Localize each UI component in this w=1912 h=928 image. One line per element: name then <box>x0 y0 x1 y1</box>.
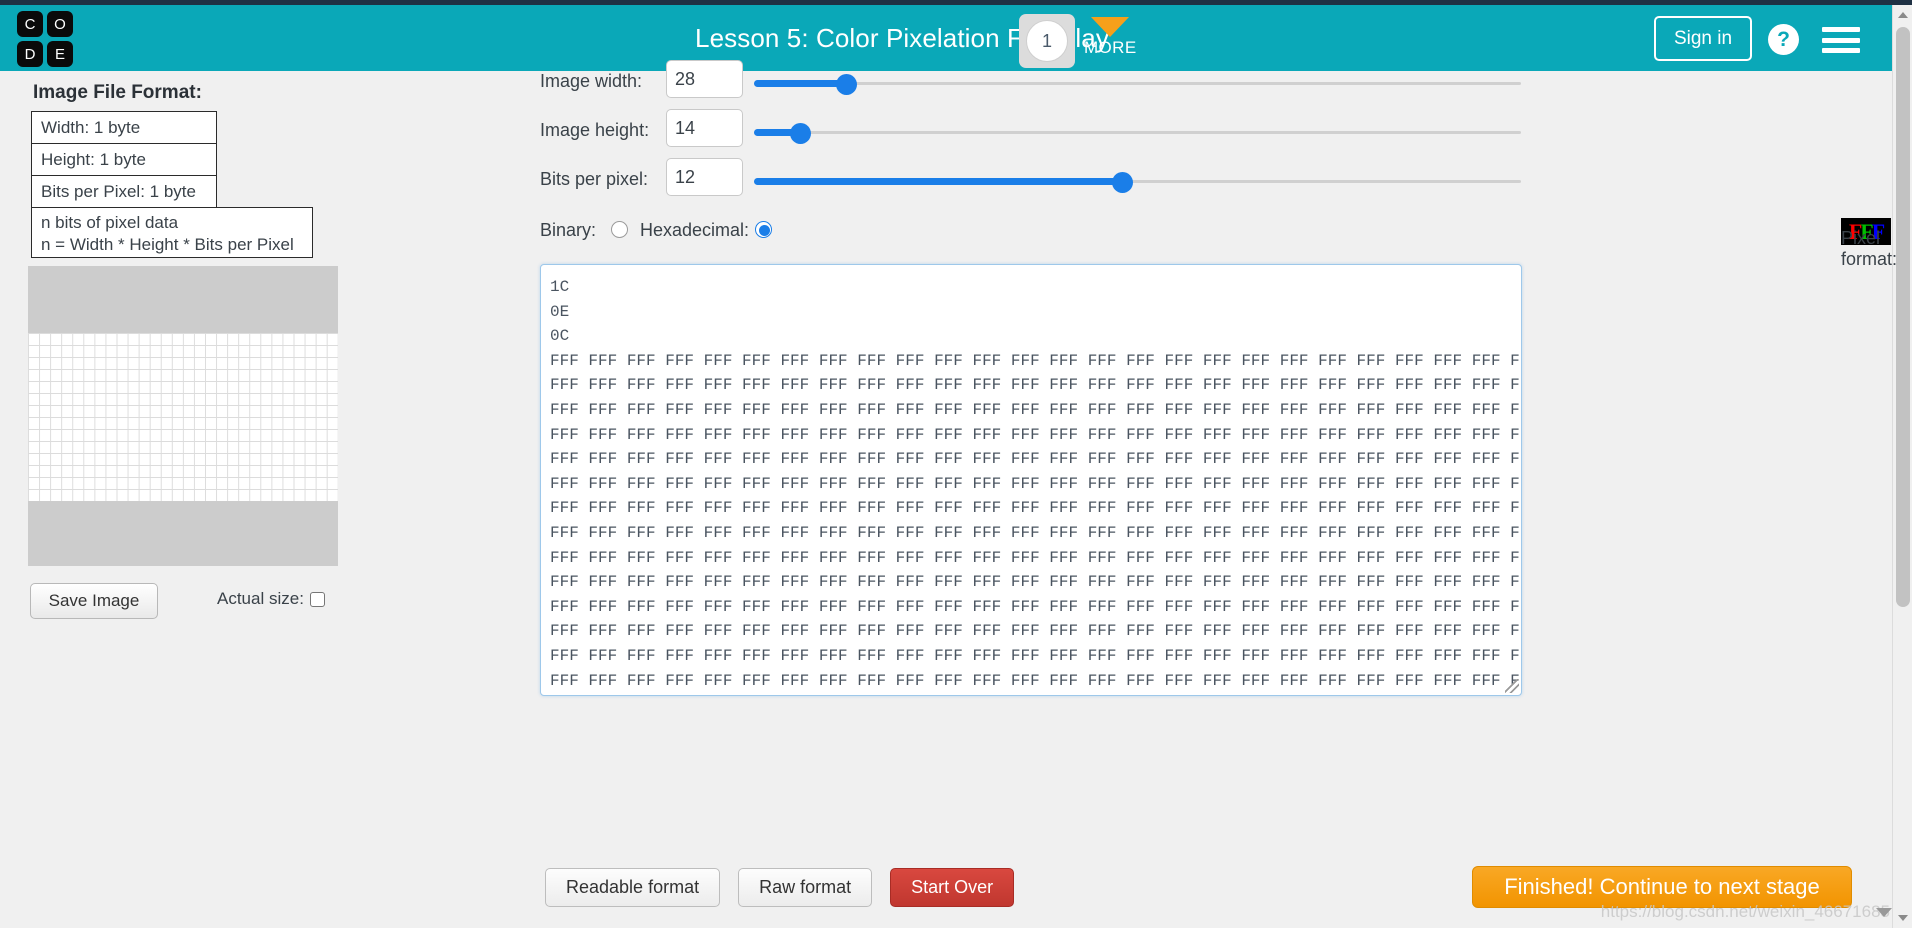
binary-label: Binary: <box>540 220 597 240</box>
main-panel: Image width: Image height: Bits per pixe… <box>540 60 1897 696</box>
binary-radio[interactable] <box>611 221 628 238</box>
image-width-control: Image width: <box>540 60 1892 109</box>
app-root: C O D E Lesson 5: Color Pixelation Freep… <box>0 0 1912 928</box>
bits-per-pixel-control: Bits per pixel: <box>540 158 1892 207</box>
page-scrollbar[interactable] <box>1892 5 1912 928</box>
finished-continue-button[interactable]: Finished! Continue to next stage <box>1472 866 1852 908</box>
slider-track <box>754 131 1521 134</box>
slider-thumb[interactable] <box>835 74 857 95</box>
pixel-format-label: Pixel format: <box>1841 228 1898 269</box>
actual-size-control: Actual size: <box>217 589 325 609</box>
slider-fill <box>754 178 1123 185</box>
table-row: Height: 1 byte <box>31 143 217 175</box>
image-height-label: Image height: <box>540 120 650 140</box>
more-label: MORE <box>1084 38 1137 57</box>
image-width-slider[interactable] <box>754 74 1521 95</box>
chevron-down-icon <box>1091 17 1130 37</box>
raw-format-button[interactable]: Raw format <box>738 868 873 907</box>
image-preview <box>28 266 338 566</box>
image-file-format-title: Image File Format: <box>33 82 202 103</box>
slider-fill <box>754 80 847 87</box>
bits-per-pixel-input[interactable] <box>666 158 743 196</box>
logo-letter-d: D <box>17 41 43 67</box>
logo-letter-o: O <box>47 11 73 37</box>
stage-number: 1 <box>1026 20 1068 62</box>
hexadecimal-radio[interactable] <box>755 221 772 238</box>
scroll-down-arrow-icon[interactable] <box>1893 908 1912 928</box>
pixel-data-line-1: n bits of pixel data <box>41 213 179 232</box>
image-height-input[interactable] <box>666 109 743 147</box>
bottom-button-bar: Readable format Raw format Start Over <box>545 868 1015 907</box>
slider-thumb[interactable] <box>789 123 811 144</box>
help-icon[interactable]: ? <box>1768 24 1799 55</box>
pixel-data-line-2: n = Width * Height * Bits per Pixel <box>41 235 294 254</box>
table-row-pixel-data: n bits of pixel data n = Width * Height … <box>31 207 313 258</box>
table-row: Width: 1 byte <box>31 111 217 143</box>
file-format-table: Width: 1 byte Height: 1 byte Bits per Pi… <box>31 111 313 258</box>
bits-per-pixel-label: Bits per pixel: <box>540 169 649 189</box>
start-over-button[interactable]: Start Over <box>890 868 1015 907</box>
hamburger-menu-icon[interactable] <box>1822 27 1860 53</box>
image-height-slider[interactable] <box>754 123 1521 144</box>
image-width-label: Image width: <box>540 71 643 91</box>
code-org-logo[interactable]: C O D E <box>17 11 73 67</box>
textarea-resize-handle[interactable] <box>1505 679 1519 693</box>
slider-thumb[interactable] <box>1111 172 1133 193</box>
image-height-control: Image height: <box>540 109 1892 158</box>
hexadecimal-label: Hexadecimal: <box>640 220 750 240</box>
logo-letter-e: E <box>47 41 73 67</box>
hex-data-content[interactable]: 1C 0E 0C FFF FFF FFF FFF FFF FFF FFF FFF… <box>541 265 1521 693</box>
pixel-format-group: Pixel format: F F F <box>1841 218 1897 269</box>
sign-in-button[interactable]: Sign in <box>1654 16 1752 61</box>
more-toggle[interactable]: MORE <box>1084 11 1137 58</box>
actual-size-label: Actual size: <box>217 589 304 608</box>
pixel-grid-canvas[interactable] <box>28 333 338 501</box>
table-row: Bits per Pixel: 1 byte <box>31 175 217 207</box>
scrollbar-thumb[interactable] <box>1896 27 1910 607</box>
actual-size-checkbox[interactable] <box>309 591 325 607</box>
scroll-up-arrow-icon[interactable] <box>1893 5 1912 25</box>
image-width-input[interactable] <box>666 60 743 98</box>
watermark-arrow-icon <box>1876 908 1892 917</box>
readable-format-button[interactable]: Readable format <box>545 868 721 907</box>
slider-track <box>754 82 1521 85</box>
save-image-button[interactable]: Save Image <box>30 583 158 619</box>
encoding-format-row: Binary: Hexadecimal: Pixel format: F F F <box>540 210 1897 269</box>
bits-per-pixel-slider[interactable] <box>754 172 1521 193</box>
hex-data-editor[interactable]: 1C 0E 0C FFF FFF FFF FFF FFF FFF FFF FFF… <box>540 264 1522 696</box>
logo-letter-c: C <box>17 11 43 37</box>
